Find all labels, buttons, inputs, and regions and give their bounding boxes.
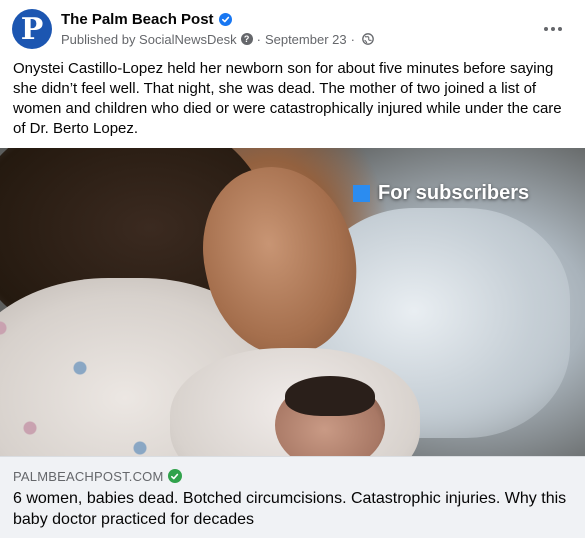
verified-check-icon (218, 12, 232, 26)
subscribers-badge-text: For subscribers (378, 182, 530, 204)
post-header: P The Palm Beach Post Published by Socia… (12, 9, 573, 49)
post-text: Onystei Castillo-Lopez held her newborn … (13, 60, 562, 137)
help-question-icon[interactable]: ? (240, 33, 253, 45)
page-name-row: The Palm Beach Post (61, 9, 232, 29)
green-check-icon (167, 469, 182, 483)
meta-separator: · (256, 31, 261, 47)
link-domain-row: PALMBEACHPOST.COM (13, 467, 182, 485)
meta-separator-2: · (350, 31, 355, 47)
more-horizontal-icon[interactable] (539, 15, 567, 43)
facebook-post: P The Palm Beach Post Published by Socia… (0, 0, 585, 538)
page-avatar[interactable]: P (12, 9, 52, 49)
link-preview-card[interactable]: PALMBEACHPOST.COM 6 women, babies dead. … (0, 456, 585, 538)
more-dot (544, 27, 548, 31)
link-headline[interactable]: 6 women, babies dead. Botched circumcisi… (13, 488, 573, 530)
globe-icon[interactable] (362, 33, 374, 45)
subscribers-badge: For subscribers (353, 182, 529, 205)
badge-square-icon (353, 185, 370, 202)
post-image[interactable]: For subscribers (0, 148, 585, 456)
link-domain: PALMBEACHPOST.COM (13, 468, 164, 484)
avatar-letter: P (20, 11, 44, 47)
published-by-text: Published by SocialNewsDesk (61, 31, 237, 47)
image-region-baby-hair (285, 376, 375, 416)
more-dot (558, 27, 562, 31)
page-name-link[interactable]: The Palm Beach Post (61, 11, 214, 28)
more-dot (551, 27, 555, 31)
post-meta: Published by SocialNewsDesk ? · Septembe… (61, 30, 374, 48)
post-date-link[interactable]: September 23 (265, 32, 347, 47)
